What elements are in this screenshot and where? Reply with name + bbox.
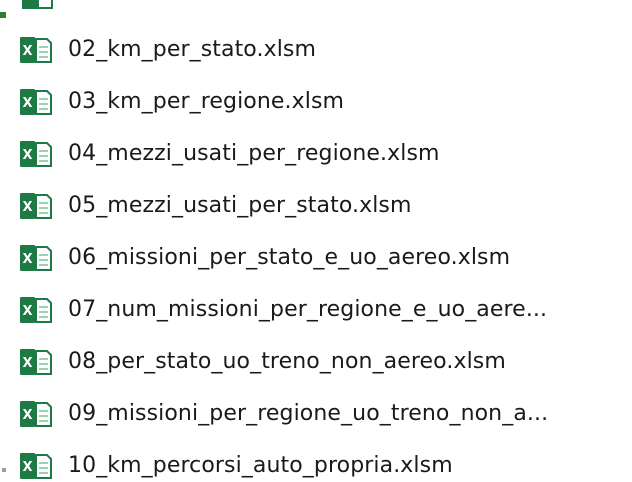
file-name: 09_missioni_per_regione_uo_treno_non_a..…: [68, 401, 549, 426]
file-name: 10_km_percorsi_auto_propria.xlsm: [68, 453, 453, 478]
svg-text:X: X: [22, 408, 32, 423]
list-item[interactable]: X 03_km_per_regione.xlsm: [16, 84, 344, 120]
svg-text:X: X: [22, 148, 32, 163]
file-name: 04_mezzi_usati_per_regione.xlsm: [68, 141, 440, 166]
list-item[interactable]: X 02_km_per_stato.xlsm: [16, 32, 316, 68]
excel-file-icon: X: [16, 36, 54, 64]
list-item[interactable]: X 06_missioni_per_stato_e_uo_aereo.xlsm: [16, 240, 510, 276]
excel-file-icon: X: [16, 140, 54, 168]
list-item[interactable]: X 05_mezzi_usati_per_stato.xlsm: [16, 188, 412, 224]
excel-file-icon: [20, 0, 58, 11]
excel-file-icon: X: [16, 348, 54, 376]
file-name: 07_num_missioni_per_regione_e_uo_aere...: [68, 297, 548, 322]
scroll-marker: [2, 468, 6, 472]
svg-text:X: X: [22, 252, 32, 267]
file-list: ​ X 02_km_per_stato.xlsm X: [0, 0, 632, 482]
list-item[interactable]: X 07_num_missioni_per_regione_e_uo_aere.…: [16, 292, 547, 328]
svg-text:X: X: [22, 356, 32, 371]
list-item[interactable]: X 10_km_percorsi_auto_propria.xlsm: [16, 448, 453, 482]
file-name: 03_km_per_regione.xlsm: [68, 89, 345, 114]
list-item-partial[interactable]: ​: [20, 0, 72, 12]
excel-file-icon: X: [16, 244, 54, 272]
excel-file-icon: X: [16, 296, 54, 324]
svg-text:X: X: [22, 460, 32, 475]
svg-text:X: X: [22, 96, 32, 111]
list-item[interactable]: X 04_mezzi_usati_per_regione.xlsm: [16, 136, 440, 172]
excel-file-icon: X: [16, 192, 54, 220]
svg-text:X: X: [22, 44, 32, 59]
list-item[interactable]: X 09_missioni_per_regione_uo_treno_non_a…: [16, 396, 548, 432]
excel-file-icon: X: [16, 452, 54, 480]
excel-file-icon: X: [16, 88, 54, 116]
svg-text:X: X: [22, 304, 32, 319]
file-name: 05_mezzi_usati_per_stato.xlsm: [68, 193, 412, 218]
file-name: 06_missioni_per_stato_e_uo_aereo.xlsm: [68, 245, 511, 270]
selection-marker: [0, 12, 6, 18]
svg-text:X: X: [22, 200, 32, 215]
file-name: 02_km_per_stato.xlsm: [68, 37, 316, 62]
file-name: 08_per_stato_uo_treno_non_aereo.xlsm: [68, 349, 506, 374]
list-item[interactable]: X 08_per_stato_uo_treno_non_aereo.xlsm: [16, 344, 506, 380]
excel-file-icon: X: [16, 400, 54, 428]
